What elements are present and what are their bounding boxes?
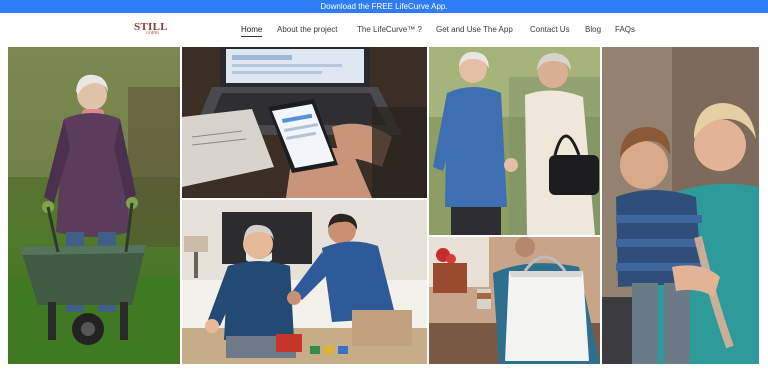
nav-the-lifecurve[interactable]: The LifeCurve™ ? xyxy=(357,25,422,39)
download-banner[interactable]: Download the FREE LifeCurve App. xyxy=(0,0,768,13)
photo-shopping-bag-illustration xyxy=(429,237,600,364)
photo-gallery xyxy=(8,47,759,364)
photo-grandmother-child-illustration xyxy=(602,47,759,364)
logo-subtext: GOING xyxy=(146,30,159,35)
site-logo[interactable]: STILL GOING xyxy=(134,22,168,38)
photo-phone-laptop-illustration xyxy=(182,47,427,198)
nav-contact-us[interactable]: Contact Us xyxy=(530,25,570,39)
photo-woman-wheelbarrow xyxy=(8,47,180,364)
photo-grandmother-child xyxy=(602,47,759,364)
photo-two-women-walking xyxy=(429,47,600,235)
nav-blog[interactable]: Blog xyxy=(585,25,601,39)
photo-shopping-bag xyxy=(429,237,600,364)
photo-grandfather-son-illustration xyxy=(182,200,427,364)
photo-phone-laptop xyxy=(182,47,427,198)
photo-grandfather-son-play xyxy=(182,200,427,364)
nav-about-the-project[interactable]: About the project xyxy=(277,25,337,39)
photo-two-women-illustration xyxy=(429,47,600,235)
site-header: STILL GOING Home About the project The L… xyxy=(0,13,768,47)
nav-faqs[interactable]: FAQs xyxy=(615,25,635,39)
nav-get-and-use-the-app[interactable]: Get and Use The App xyxy=(436,25,513,39)
download-banner-link[interactable]: Download the FREE LifeCurve App. xyxy=(320,2,447,11)
photo-woman-wheelbarrow-illustration xyxy=(8,47,180,364)
nav-home[interactable]: Home xyxy=(241,25,263,39)
